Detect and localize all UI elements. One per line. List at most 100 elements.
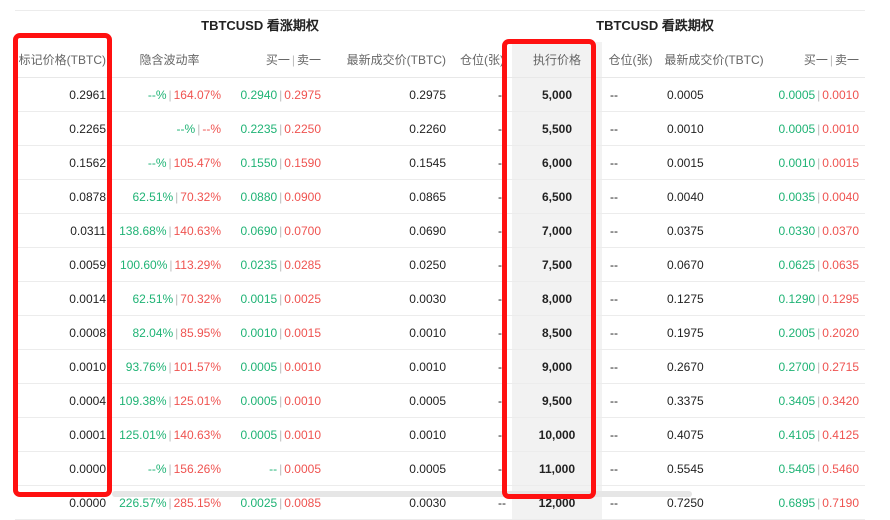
put-bid-price[interactable]: 0.0330: [778, 224, 815, 238]
put-bid-price[interactable]: 0.4105: [778, 428, 815, 442]
header-put-position[interactable]: 仓位(张): [602, 42, 659, 78]
bid-price[interactable]: 0.0005: [240, 360, 277, 374]
put-bid-ask[interactable]: 0.0005 | 0.0010: [769, 111, 865, 146]
put-bid-ask[interactable]: 0.0625 | 0.0635: [769, 247, 865, 282]
bid-ask[interactable]: 0.2940 | 0.2975: [227, 77, 327, 112]
put-ask-price[interactable]: 0.2020: [822, 326, 859, 340]
put-bid-ask[interactable]: 0.6895 | 0.7190: [769, 485, 865, 520]
table-row[interactable]: 0.0001 125.01% | 140.63% 0.0005 | 0.0010 0.0010…: [15, 417, 865, 452]
bid-ask[interactable]: 0.0235 | 0.0285: [227, 247, 327, 282]
ask-price[interactable]: 0.0285: [284, 258, 321, 272]
put-bid-ask[interactable]: 0.0010 | 0.0015: [769, 145, 865, 180]
table-row[interactable]: 0.2265 --% | --% 0.2235 | 0.2250 0.2260 -- 5,500-…: [15, 111, 865, 146]
put-ask-price[interactable]: 0.0015: [822, 156, 859, 170]
put-ask-price[interactable]: 0.0635: [822, 258, 859, 272]
put-ask-price[interactable]: 0.0370: [822, 224, 859, 238]
bid-ask[interactable]: 0.1550 | 0.1590: [227, 145, 327, 180]
ask-price[interactable]: 0.1590: [284, 156, 321, 170]
bid-price[interactable]: 0.0690: [240, 224, 277, 238]
bid-ask[interactable]: 0.0015 | 0.0025: [227, 281, 327, 316]
table-row[interactable]: 0.1562 --% | 105.47% 0.1550 | 0.1590 0.1545 -- 6,…: [15, 145, 865, 180]
put-ask-price[interactable]: 0.2715: [822, 360, 859, 374]
bid-price[interactable]: 0.0025: [240, 496, 277, 510]
bid-price[interactable]: 0.2235: [240, 122, 277, 136]
ask-price[interactable]: 0.0085: [284, 496, 321, 510]
bid-ask[interactable]: 0.0005 | 0.0010: [227, 417, 327, 452]
table-row[interactable]: 0.0059 100.60% | 113.29% 0.0235 | 0.0285 0.0250…: [15, 247, 865, 282]
put-bid-price[interactable]: 0.0035: [778, 190, 815, 204]
ask-price[interactable]: 0.2975: [284, 88, 321, 102]
put-bid-price[interactable]: 0.2005: [778, 326, 815, 340]
put-ask-price[interactable]: 0.0010: [822, 88, 859, 102]
bid-ask[interactable]: 0.2235 | 0.2250: [227, 111, 327, 146]
put-ask-price[interactable]: 0.7190: [822, 496, 859, 510]
put-ask-price[interactable]: 0.1295: [822, 292, 859, 306]
put-bid-ask[interactable]: 0.2700 | 0.2715: [769, 349, 865, 384]
ask-price[interactable]: 0.0900: [284, 190, 321, 204]
put-bid-ask[interactable]: 0.3405 | 0.3420: [769, 383, 865, 418]
header-iv[interactable]: 隐含波动率: [112, 42, 227, 78]
table-row[interactable]: 0.0010 93.76% | 101.57% 0.0005 | 0.0010 0.0010 -…: [15, 349, 865, 384]
iv-bid: 138.68%: [119, 223, 167, 238]
put-bid-price[interactable]: 0.2700: [778, 360, 815, 374]
table-row[interactable]: 0.0008 82.04% | 85.95% 0.0010 | 0.0015 0.0010 --…: [15, 315, 865, 350]
put-bid-ask[interactable]: 0.0035 | 0.0040: [769, 179, 865, 214]
bid-price[interactable]: 0.0880: [240, 190, 277, 204]
table-row[interactable]: 0.0000 --% | 156.26% -- | 0.0005 0.0005 -- 11,000…: [15, 451, 865, 486]
header-put-last-price[interactable]: 最新成交价(TBTC): [659, 42, 769, 78]
put-last-price: 0.2670: [659, 349, 769, 384]
bid-ask[interactable]: 0.0880 | 0.0900: [227, 179, 327, 214]
put-bid-price[interactable]: 0.0005: [778, 88, 815, 102]
bid-ask[interactable]: 0.0010 | 0.0015: [227, 315, 327, 350]
bid-ask[interactable]: 0.0690 | 0.0700: [227, 213, 327, 248]
header-bid-ask[interactable]: 买一 | 卖一: [227, 42, 327, 78]
table-row[interactable]: 0.0311 138.68% | 140.63% 0.0690 | 0.0700 0.0690…: [15, 213, 865, 248]
bid-price[interactable]: 0.0005: [240, 394, 277, 408]
put-ask-price[interactable]: 0.3420: [822, 394, 859, 408]
ask-price[interactable]: 0.0015: [284, 326, 321, 340]
bid-price[interactable]: 0.0235: [240, 258, 277, 272]
put-bid-price[interactable]: 0.1290: [778, 292, 815, 306]
put-ask-price[interactable]: 0.0010: [822, 122, 859, 136]
horizontal-scrollbar[interactable]: [112, 491, 692, 497]
put-bid-ask[interactable]: 0.0330 | 0.0370: [769, 213, 865, 248]
put-last-price: 0.0015: [659, 145, 769, 180]
put-position: --: [602, 213, 659, 248]
put-bid-ask[interactable]: 0.4105 | 0.4125: [769, 417, 865, 452]
bid-price[interactable]: 0.0010: [240, 326, 277, 340]
bid-price[interactable]: 0.2940: [240, 88, 277, 102]
put-ask-price[interactable]: 0.0040: [822, 190, 859, 204]
table-row[interactable]: 0.0878 62.51% | 70.32% 0.0880 | 0.0900 0.0865 --…: [15, 179, 865, 214]
bid-price[interactable]: 0.0015: [240, 292, 277, 306]
table-row[interactable]: 0.0014 62.51% | 70.32% 0.0015 | 0.0025 0.0030 --…: [15, 281, 865, 316]
put-bid-price[interactable]: 0.5405: [778, 462, 815, 476]
put-bid-ask[interactable]: 0.0005 | 0.0010: [769, 77, 865, 112]
bid-price[interactable]: 0.0005: [240, 428, 277, 442]
header-last-price[interactable]: 最新成交价(TBTC): [327, 42, 452, 78]
bid-ask[interactable]: 0.0005 | 0.0010: [227, 383, 327, 418]
put-bid-ask[interactable]: 0.2005 | 0.2020: [769, 315, 865, 350]
ask-price[interactable]: 0.0010: [284, 394, 321, 408]
bid-price[interactable]: --: [269, 462, 277, 476]
ask-price[interactable]: 0.0005: [284, 462, 321, 476]
ask-price[interactable]: 0.0700: [284, 224, 321, 238]
ask-price[interactable]: 0.2250: [284, 122, 321, 136]
bid-ask[interactable]: 0.0005 | 0.0010: [227, 349, 327, 384]
header-put-bid-ask[interactable]: 买一 | 卖一: [769, 42, 865, 78]
put-ask-price[interactable]: 0.5460: [822, 462, 859, 476]
put-bid-price[interactable]: 0.0625: [778, 258, 815, 272]
put-bid-price[interactable]: 0.0010: [778, 156, 815, 170]
bid-ask[interactable]: -- | 0.0005: [227, 451, 327, 486]
ask-price[interactable]: 0.0010: [284, 428, 321, 442]
table-row[interactable]: 0.2961 --% | 164.07% 0.2940 | 0.2975 0.2975 -- 5,…: [15, 77, 865, 112]
put-bid-ask[interactable]: 0.5405 | 0.5460: [769, 451, 865, 486]
put-bid-price[interactable]: 0.0005: [778, 122, 815, 136]
put-bid-ask[interactable]: 0.1290 | 0.1295: [769, 281, 865, 316]
put-bid-price[interactable]: 0.6895: [778, 496, 815, 510]
put-bid-price[interactable]: 0.3405: [778, 394, 815, 408]
put-ask-price[interactable]: 0.4125: [822, 428, 859, 442]
ask-price[interactable]: 0.0010: [284, 360, 321, 374]
table-row[interactable]: 0.0004 109.38% | 125.01% 0.0005 | 0.0010 0.0005…: [15, 383, 865, 418]
ask-price[interactable]: 0.0025: [284, 292, 321, 306]
bid-price[interactable]: 0.1550: [240, 156, 277, 170]
